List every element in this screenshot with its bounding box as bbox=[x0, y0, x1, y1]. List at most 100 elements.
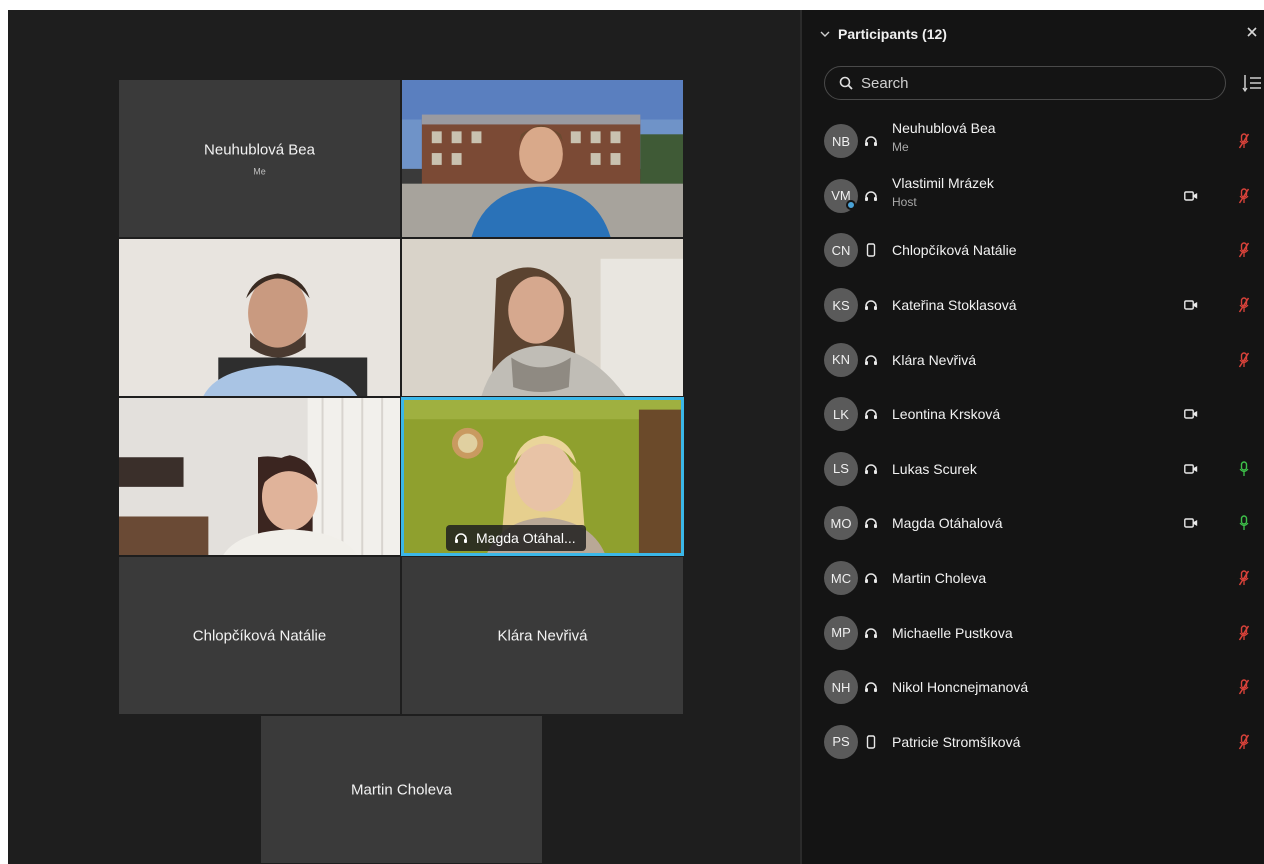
video-stage: Neuhublová Bea Me Magda Otáhal... Chlopč… bbox=[8, 10, 800, 864]
participant-name: Klára Nevřivá bbox=[892, 351, 977, 368]
search-box[interactable] bbox=[824, 66, 1226, 100]
host-badge-icon bbox=[846, 199, 856, 210]
headset-icon bbox=[865, 409, 877, 420]
chevron-down-icon[interactable] bbox=[820, 29, 830, 39]
camera-icon[interactable] bbox=[1184, 300, 1198, 310]
tile-name: Chlopčíková Natálie bbox=[192, 627, 327, 644]
microphone-icon[interactable] bbox=[1238, 515, 1250, 531]
participant-row[interactable]: LK Leontina Krsková bbox=[802, 387, 1264, 442]
avatar: MC bbox=[824, 561, 858, 596]
video-tile-martin-choleva[interactable]: Martin Choleva bbox=[260, 715, 543, 864]
active-speaker-label: Magda Otáhal... bbox=[446, 525, 586, 551]
participant-name: Chlopčíková Natálie bbox=[892, 242, 1017, 259]
avatar-initials: LK bbox=[833, 406, 849, 422]
avatar-initials: LS bbox=[833, 461, 849, 477]
avatar-initials: MO bbox=[830, 515, 852, 531]
active-speaker-name: Magda Otáhal... bbox=[476, 530, 576, 546]
participant-row[interactable]: LS Lukas Scurek bbox=[802, 442, 1264, 497]
participant-name-block: Patricie Stromšíková bbox=[892, 734, 1020, 750]
participant-role: Host bbox=[892, 194, 917, 209]
microphone-muted-icon[interactable] bbox=[1238, 297, 1250, 313]
meeting-window: Neuhublová Bea Me Magda Otáhal... Chlopč… bbox=[8, 10, 1264, 864]
participant-row[interactable]: MO Magda Otáhalová bbox=[802, 496, 1264, 551]
video-feed bbox=[119, 239, 400, 396]
microphone-muted-icon[interactable] bbox=[1238, 679, 1250, 695]
camera-icon[interactable] bbox=[1184, 409, 1198, 419]
avatar: LS bbox=[824, 451, 858, 486]
participant-row[interactable]: MP Michaelle Pustkova bbox=[802, 605, 1264, 660]
participant-role: Me bbox=[892, 140, 909, 154]
sort-icon[interactable] bbox=[1242, 72, 1262, 94]
avatar: NH bbox=[824, 670, 858, 705]
microphone-icon[interactable] bbox=[1238, 461, 1250, 477]
participant-row[interactable]: CN Chlopčíková Natálie bbox=[802, 223, 1264, 278]
headset-icon bbox=[455, 533, 467, 543]
video-tile-klara-nevriva[interactable]: Klára Nevřivá bbox=[401, 556, 684, 715]
headset-icon bbox=[865, 573, 877, 584]
participant-row[interactable]: PS Patricie Stromšíková bbox=[802, 715, 1264, 770]
avatar: PS bbox=[824, 724, 858, 759]
headset-icon bbox=[865, 464, 877, 474]
headset-icon bbox=[865, 682, 877, 693]
avatar-initials: KN bbox=[831, 352, 851, 368]
avatar: KS bbox=[824, 288, 858, 323]
headset-icon bbox=[865, 354, 877, 365]
camera-icon[interactable] bbox=[1184, 464, 1198, 474]
participant-name-block: Leontina Krsková bbox=[892, 406, 1000, 422]
video-tile-participant[interactable] bbox=[118, 397, 401, 556]
avatar-initials: CN bbox=[831, 242, 851, 258]
microphone-muted-icon[interactable] bbox=[1238, 351, 1250, 368]
headset-icon bbox=[865, 627, 877, 638]
participant-row[interactable]: NB Neuhublová Bea Me bbox=[802, 114, 1264, 169]
microphone-muted-icon[interactable] bbox=[1238, 570, 1250, 586]
microphone-muted-icon[interactable] bbox=[1238, 188, 1250, 204]
participant-name: Martin Choleva bbox=[892, 570, 987, 587]
microphone-muted-icon[interactable] bbox=[1238, 242, 1250, 258]
video-tile-neuhublova-bea[interactable]: Neuhublová Bea Me bbox=[118, 79, 401, 238]
microphone-muted-icon[interactable] bbox=[1238, 133, 1250, 149]
video-tile-vlastimil-mrazek[interactable] bbox=[401, 79, 684, 238]
participant-row[interactable]: KN Klára Nevřivá bbox=[802, 332, 1264, 387]
video-feed bbox=[402, 80, 683, 237]
close-icon[interactable] bbox=[1246, 26, 1258, 38]
participant-row[interactable]: NH Nikol Honcnejmanová bbox=[802, 660, 1264, 715]
video-tile-participant[interactable] bbox=[401, 238, 684, 397]
avatar: LK bbox=[824, 397, 858, 432]
participant-row[interactable]: VM Vlastimil Mrázek Host bbox=[802, 169, 1264, 224]
phone-icon bbox=[866, 735, 876, 749]
participant-name-block: Kateřina Stoklasová bbox=[892, 297, 1017, 313]
participant-name: Michaelle Pustkova bbox=[892, 624, 1013, 641]
avatar-initials: MC bbox=[830, 570, 852, 586]
participant-name: Nikol Honcnejmanová bbox=[892, 679, 1029, 696]
participants-header[interactable]: Participants (12) bbox=[820, 26, 947, 42]
participants-list: NB Neuhublová Bea Me VM Vlastimil Mrázek Host… bbox=[802, 114, 1264, 769]
participant-name-block: Michaelle Pustkova bbox=[892, 625, 1013, 641]
participant-name-block: Martin Choleva bbox=[892, 570, 986, 586]
camera-icon[interactable] bbox=[1184, 191, 1198, 201]
participant-name: Vlastimil Mrázek bbox=[892, 174, 994, 191]
participant-name-block: Neuhublová Bea Me bbox=[892, 120, 996, 154]
search-icon bbox=[839, 76, 853, 90]
headset-icon bbox=[865, 518, 877, 529]
participant-name: Lukas Scurek bbox=[892, 460, 977, 477]
headset-icon bbox=[865, 136, 877, 147]
microphone-muted-icon[interactable] bbox=[1238, 624, 1250, 641]
participant-name: Kateřina Stoklasová bbox=[892, 297, 1017, 314]
participants-title: Participants (12) bbox=[838, 26, 947, 42]
participant-name-block: Magda Otáhalová bbox=[892, 515, 1003, 531]
headset-icon bbox=[865, 191, 877, 201]
search-input[interactable] bbox=[861, 74, 1201, 92]
participant-name: Magda Otáhalová bbox=[892, 515, 1003, 532]
participant-row[interactable]: MC Martin Choleva bbox=[802, 551, 1264, 606]
participant-row[interactable]: KS Kateřina Stoklasová bbox=[802, 278, 1264, 333]
video-tile-chlopcikova-natalie[interactable]: Chlopčíková Natálie bbox=[118, 556, 401, 715]
camera-icon[interactable] bbox=[1184, 518, 1198, 529]
video-tile-magda-otahalova[interactable]: Magda Otáhal... bbox=[401, 397, 684, 556]
video-tile-participant[interactable] bbox=[118, 238, 401, 397]
avatar: VM bbox=[824, 178, 858, 213]
close-panel-button[interactable] bbox=[1246, 25, 1258, 43]
microphone-muted-icon[interactable] bbox=[1238, 734, 1250, 750]
participant-name: Patricie Stromšíková bbox=[892, 733, 1021, 750]
participants-panel: Participants (12) NB Neuhublová Bea Me VM Vl… bbox=[800, 10, 1264, 864]
headset-icon bbox=[865, 300, 877, 311]
